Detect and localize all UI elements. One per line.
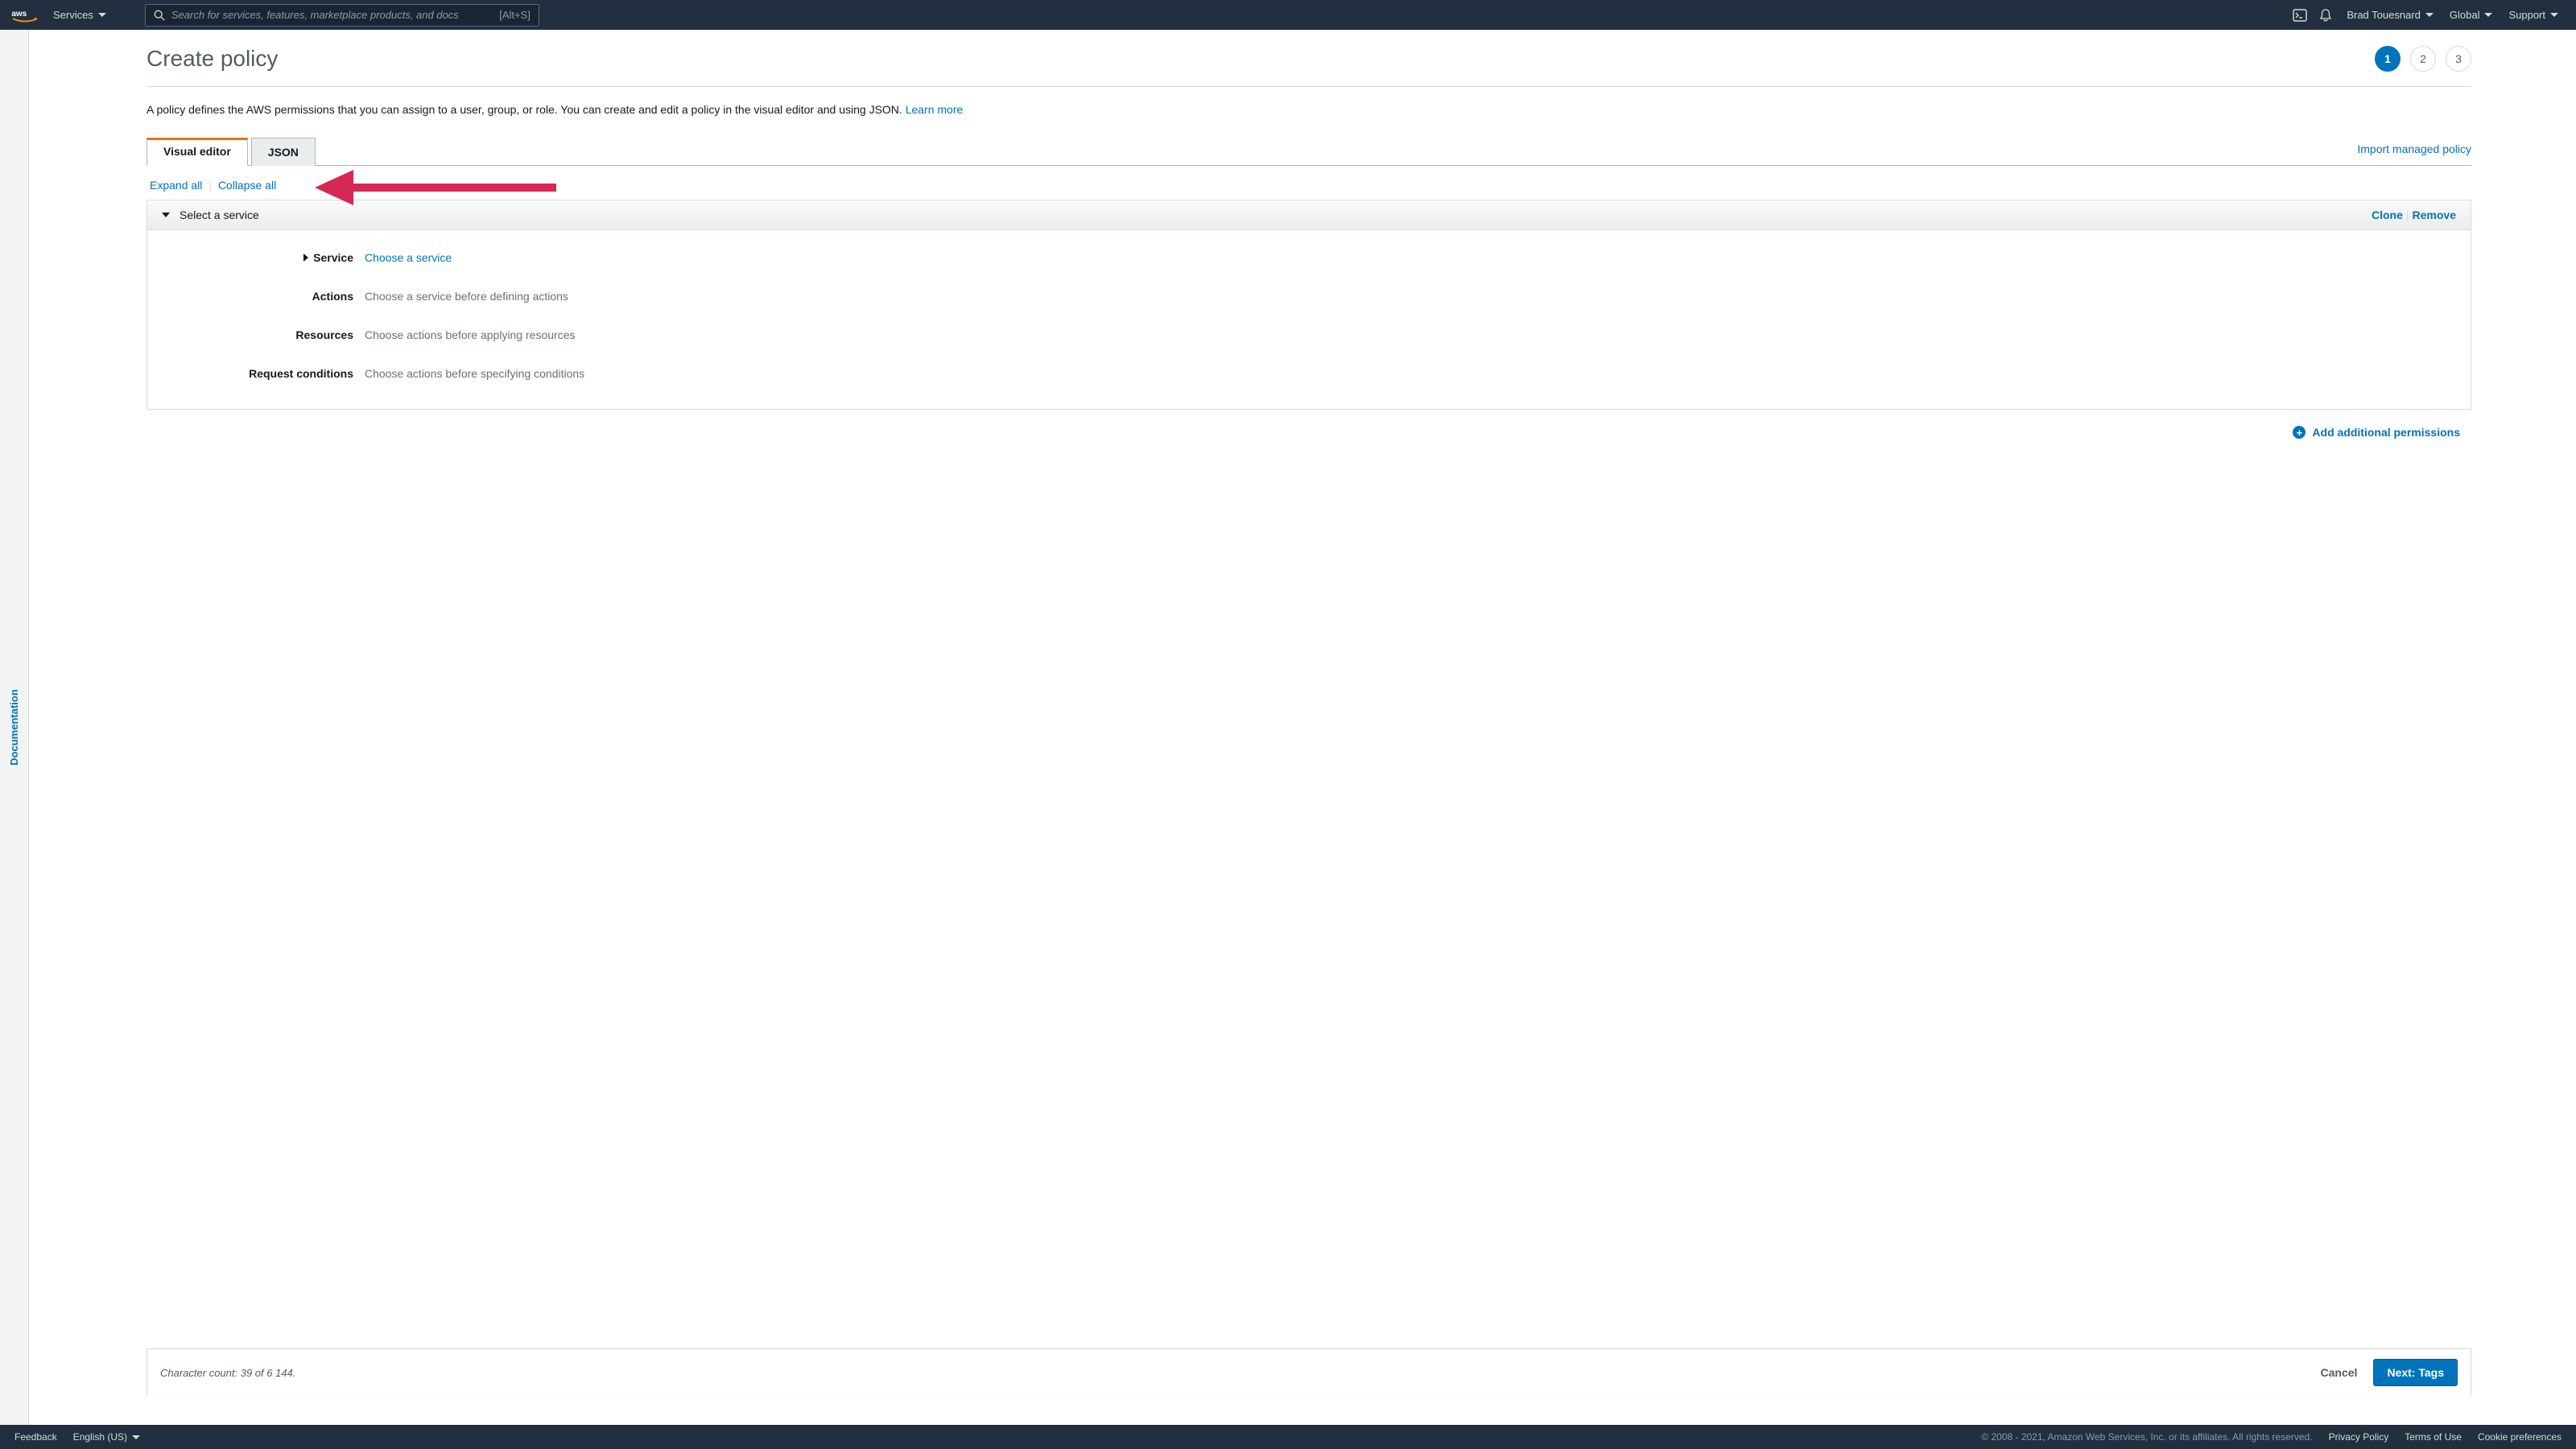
search-input[interactable] xyxy=(171,9,493,21)
notifications-icon[interactable] xyxy=(2314,8,2337,23)
service-block-body: Service Choose a service Actions Choose … xyxy=(147,230,2471,409)
label-service: Service xyxy=(313,251,353,264)
editor-tabs: Visual editor JSON Import managed policy xyxy=(147,137,2471,166)
expand-collapse-row: Expand all | Collapse all xyxy=(150,179,2471,192)
cancel-button[interactable]: Cancel xyxy=(2321,1366,2358,1379)
main-area: Documentation Create policy 1 2 3 A poli… xyxy=(0,30,2576,1425)
step-3[interactable]: 3 xyxy=(2446,46,2471,72)
step-1[interactable]: 1 xyxy=(2375,46,2401,72)
documentation-side-tab[interactable]: Documentation xyxy=(0,30,29,1425)
service-block-title: Select a service xyxy=(180,208,259,221)
support-label: Support xyxy=(2508,9,2545,21)
chevron-down-icon xyxy=(2484,13,2492,17)
chevron-down-icon xyxy=(2425,13,2434,17)
support-menu[interactable]: Support xyxy=(2502,9,2565,21)
plus-icon: + xyxy=(2293,426,2306,439)
expand-all-link[interactable]: Expand all xyxy=(150,179,202,192)
content-pane: Create policy 1 2 3 A policy defines the… xyxy=(29,30,2576,1425)
tab-json[interactable]: JSON xyxy=(251,138,316,166)
step-indicator: 1 2 3 xyxy=(2375,46,2471,72)
terms-link[interactable]: Terms of Use xyxy=(2405,1431,2462,1443)
region-menu[interactable]: Global xyxy=(2443,9,2500,21)
services-menu[interactable]: Services xyxy=(47,9,113,21)
account-menu[interactable]: Brad Touesnard xyxy=(2340,9,2440,21)
aws-logo[interactable]: aws xyxy=(11,7,39,23)
service-block-header[interactable]: Select a service Clone | Remove xyxy=(147,200,2471,230)
description-text: A policy defines the AWS permissions tha… xyxy=(147,103,906,116)
divider: | xyxy=(2406,208,2409,221)
chevron-down-icon xyxy=(2550,13,2558,17)
feedback-link[interactable]: Feedback xyxy=(14,1431,57,1443)
row-resources: Resources Choose actions before applying… xyxy=(163,316,2454,354)
top-nav: aws Services [Alt+S] Brad Touesnard Glob… xyxy=(0,0,2576,30)
conditions-hint: Choose actions before specifying conditi… xyxy=(365,367,584,380)
chevron-down-icon xyxy=(98,13,106,17)
page-header: Create policy 1 2 3 xyxy=(147,46,2471,87)
remove-link[interactable]: Remove xyxy=(2413,208,2456,221)
divider: | xyxy=(208,179,212,192)
search-box[interactable]: [Alt+S] xyxy=(145,4,539,27)
actions-hint: Choose a service before defining actions xyxy=(365,290,568,303)
search-shortcut: [Alt+S] xyxy=(499,9,530,21)
learn-more-link[interactable]: Learn more xyxy=(906,103,964,116)
language-menu[interactable]: English (US) xyxy=(73,1431,140,1443)
add-permissions-button[interactable]: + Add additional permissions xyxy=(2293,426,2460,439)
add-permissions-label: Add additional permissions xyxy=(2312,426,2460,439)
user-name: Brad Touesnard xyxy=(2347,9,2421,21)
next-tags-button[interactable]: Next: Tags xyxy=(2373,1359,2458,1386)
page-title: Create policy xyxy=(147,46,278,72)
aws-logo-icon: aws xyxy=(11,7,39,23)
cloudshell-icon[interactable] xyxy=(2289,8,2311,23)
footer: Feedback English (US) © 2008 - 2021, Ama… xyxy=(0,1425,2576,1449)
tab-visual-editor[interactable]: Visual editor xyxy=(147,138,248,166)
expand-icon[interactable] xyxy=(303,254,308,262)
clone-link[interactable]: Clone xyxy=(2372,208,2403,221)
add-permissions-row: + Add additional permissions xyxy=(147,426,2471,439)
region-label: Global xyxy=(2450,9,2480,21)
page-description: A policy defines the AWS permissions tha… xyxy=(147,103,2471,116)
chevron-down-icon xyxy=(132,1435,140,1439)
row-conditions: Request conditions Choose actions before… xyxy=(163,354,2454,393)
character-count: Character count: 39 of 6 144. xyxy=(160,1367,295,1379)
action-bar: Character count: 39 of 6 144. Cancel Nex… xyxy=(147,1348,2471,1396)
privacy-link[interactable]: Privacy Policy xyxy=(2329,1431,2389,1443)
label-resources: Resources xyxy=(295,328,353,341)
svg-text:aws: aws xyxy=(11,9,27,18)
service-block: Select a service Clone | Remove Service … xyxy=(147,200,2471,410)
label-actions: Actions xyxy=(312,290,353,303)
import-managed-policy-link[interactable]: Import managed policy xyxy=(2357,142,2471,160)
resources-hint: Choose actions before applying resources xyxy=(365,328,576,341)
copyright: © 2008 - 2021, Amazon Web Services, Inc.… xyxy=(1981,1431,2312,1443)
row-service: Service Choose a service xyxy=(163,238,2454,277)
search-icon xyxy=(154,10,165,21)
step-2[interactable]: 2 xyxy=(2410,46,2436,72)
row-actions: Actions Choose a service before defining… xyxy=(163,277,2454,316)
documentation-label: Documentation xyxy=(8,689,20,766)
label-conditions: Request conditions xyxy=(249,367,353,380)
collapse-icon xyxy=(162,213,170,217)
choose-service-link[interactable]: Choose a service xyxy=(365,251,452,264)
cookie-preferences-link[interactable]: Cookie preferences xyxy=(2478,1431,2562,1443)
language-label: English (US) xyxy=(73,1431,127,1443)
services-label: Services xyxy=(53,9,93,21)
collapse-all-link[interactable]: Collapse all xyxy=(218,179,276,192)
